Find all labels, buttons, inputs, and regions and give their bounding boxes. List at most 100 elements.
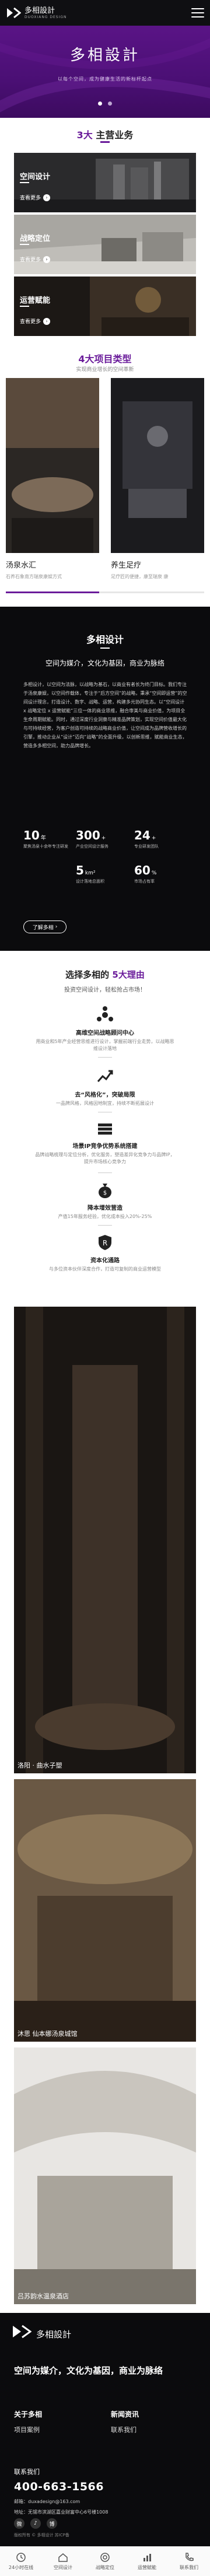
social-links: 微 ♪ 博	[14, 2518, 57, 2529]
tab-strategy[interactable]: 战略定位	[84, 2547, 126, 2576]
case-card[interactable]: 吕苏韵水温泉酒店	[14, 2048, 196, 2304]
tab-label: 运营赋能	[138, 2565, 156, 2570]
network-icon	[97, 1006, 113, 1021]
tab-operation[interactable]: 运营赋能	[126, 2547, 168, 2576]
project-scrollbar[interactable]	[6, 592, 204, 593]
business-card-title: 战略定位	[20, 235, 51, 243]
hero-subtitle: 以每个空间，成为健康生活的新标杆起点	[58, 76, 152, 82]
business-card-space-design[interactable]: 空间设计 查看更多 ›	[14, 153, 196, 212]
layers-icon	[98, 1124, 112, 1135]
arrow-right-icon: ›	[43, 256, 51, 263]
stat-number: 10	[23, 828, 40, 842]
stat-label: 专业研发团队	[134, 844, 159, 849]
arrow-right-icon: ›	[43, 317, 51, 325]
projects-subtitle: 实现商业增长的空间革新	[76, 367, 134, 373]
business-card-title: 运营赋能	[20, 296, 51, 305]
about-slogan: 空间为媒介，文化为基因，商业为脉络	[45, 659, 164, 667]
view-more-link[interactable]: 查看更多 ›	[20, 256, 51, 263]
reason-title: 高维空间战略顾问中心	[76, 1030, 134, 1037]
email-address[interactable]: 邮箱：duxadesign@163.com	[14, 2498, 80, 2505]
target-icon	[100, 2553, 110, 2562]
address: 地址：无锡市滨湖区嘉业财富中心6号楼1008	[14, 2510, 108, 2515]
brand-logo-icon[interactable]	[6, 7, 22, 19]
brand-subtitle: DUOXIANG DESIGN	[24, 15, 67, 19]
case-card[interactable]: 沐思 仙本娜汤泉城馆	[14, 1779, 196, 2042]
footer-slogan: 空间为媒介，文化为基因，商业为脉络	[14, 2365, 163, 2376]
view-more-link[interactable]: 查看更多 ›	[20, 317, 51, 325]
contact-title: 联系我们	[14, 2468, 40, 2476]
carousel-dot-2[interactable]	[108, 102, 112, 106]
stat-number: 60	[134, 863, 150, 877]
about-paragraph: 多相设计，以空间为法脉，以战略为基石，以商业有者长为终门目标。我们专注于汤泉康娱…	[23, 682, 187, 748]
footer-link-contact[interactable]: 联系我们	[111, 2425, 136, 2434]
reasons-title-accent: 5大理由	[112, 970, 145, 980]
footer-logo-icon	[13, 2325, 32, 2339]
wechat-icon[interactable]: 微	[14, 2518, 24, 2529]
hero-title: 多相設計	[69, 47, 140, 64]
case-image	[14, 1307, 196, 1773]
foot-spa-image	[111, 378, 204, 553]
tab-online[interactable]: 24小时在线	[0, 2547, 42, 2576]
operation-image	[14, 276, 196, 336]
footer-brand: 多相設計	[36, 2329, 72, 2340]
phone-icon	[186, 2553, 194, 2561]
brand-title: 多相設計	[24, 6, 55, 15]
stat-unit: %	[151, 870, 157, 876]
business-card-operation[interactable]: 运营赋能 查看更多 ›	[14, 276, 196, 336]
business-card-strategy[interactable]: 战略定位 查看更多 ›	[14, 215, 196, 274]
money-bag-icon: $	[99, 1184, 111, 1198]
case-caption: 洛阳 · 曲水子塑	[18, 1762, 62, 1769]
stat-unit: +	[101, 835, 106, 841]
svg-text:R: R	[103, 1239, 107, 1247]
tab-label: 联系我们	[180, 2565, 198, 2570]
footer-link-cases[interactable]: 项目案例	[14, 2425, 40, 2434]
tab-label: 战略定位	[96, 2565, 114, 2570]
case-image	[14, 2048, 196, 2304]
case-image	[14, 1779, 196, 2042]
reason-description: 用商业和5年产业经营思维进行设计，掌握前端行业走势，以战略思维设计落地	[36, 1039, 174, 1051]
about-title: 多相设计	[86, 634, 124, 645]
reason-title: 场景IP竞争优势系统搭建	[72, 1143, 138, 1150]
stat-unit: +	[151, 835, 156, 841]
hot-spring-image	[6, 378, 99, 553]
about-section: 多相设计 空间为媒介，文化为基因，商业为脉络 多相设计，以空间为法脉，以战略为基…	[0, 607, 210, 951]
project-name[interactable]: 养生足疗	[111, 559, 141, 570]
trend-chart-icon	[97, 1070, 113, 1082]
projects-section-title: 4大项目类型	[0, 351, 210, 365]
stat-number: 300	[76, 828, 100, 842]
learn-more-label: 了解多相	[32, 925, 54, 931]
arrow-right-icon: ›	[43, 194, 51, 201]
hero-banner[interactable]: 多相設計 以每个空间，成为健康生活的新标杆起点	[0, 26, 210, 118]
reason-title: 降本增效营造	[88, 1205, 123, 1212]
stat-number: 24	[134, 828, 150, 842]
project-description: 石养石象南方瑞泉康娱方式	[6, 574, 62, 579]
scrollbar-thumb[interactable]	[6, 592, 99, 593]
chart-icon	[144, 2554, 151, 2561]
tab-label: 空间设计	[54, 2565, 72, 2570]
project-card-hot-spring-image[interactable]	[6, 378, 99, 553]
brand-name[interactable]: 多相設計 DUOXIANG DESIGN	[24, 7, 67, 19]
business-card-title: 空间设计	[20, 173, 51, 181]
tab-space-design[interactable]: 空间设计	[42, 2547, 84, 2576]
projects-title: 4大项目类型	[78, 354, 132, 365]
copyright: 版权所有 © 多相设计 苏ICP备	[14, 2533, 69, 2538]
case-card[interactable]: 洛阳 · 曲水子塑	[14, 1307, 196, 1773]
carousel-dot-1[interactable]	[98, 102, 102, 106]
stat-number: 5	[76, 863, 84, 877]
view-more-link[interactable]: 查看更多 ›	[20, 194, 51, 201]
tab-contact[interactable]: 联系我们	[168, 2547, 210, 2576]
stat-label: 设计落地总面积	[76, 879, 104, 884]
project-name[interactable]: 汤泉水汇	[6, 559, 36, 570]
project-card-foot-spa-image[interactable]	[111, 378, 204, 553]
learn-more-button[interactable]: 了解多相 ›	[23, 921, 66, 933]
menu-icon[interactable]	[191, 8, 204, 18]
douyin-icon[interactable]: ♪	[30, 2518, 41, 2529]
card-divider	[20, 244, 29, 245]
phone-number[interactable]: 400-663-1566	[14, 2480, 104, 2493]
weibo-icon[interactable]: 博	[47, 2518, 57, 2529]
strategy-image	[14, 215, 196, 274]
footer-link-about[interactable]: 关于多相	[14, 2409, 42, 2419]
tab-label: 24小时在线	[8, 2565, 34, 2570]
reason-description: 品牌战略梳理与定位分析，优化服务，塑造差异化竞争力与品牌IP，提升市场核心竞争力	[35, 1152, 175, 1164]
footer-link-news[interactable]: 新闻资讯	[111, 2409, 139, 2419]
